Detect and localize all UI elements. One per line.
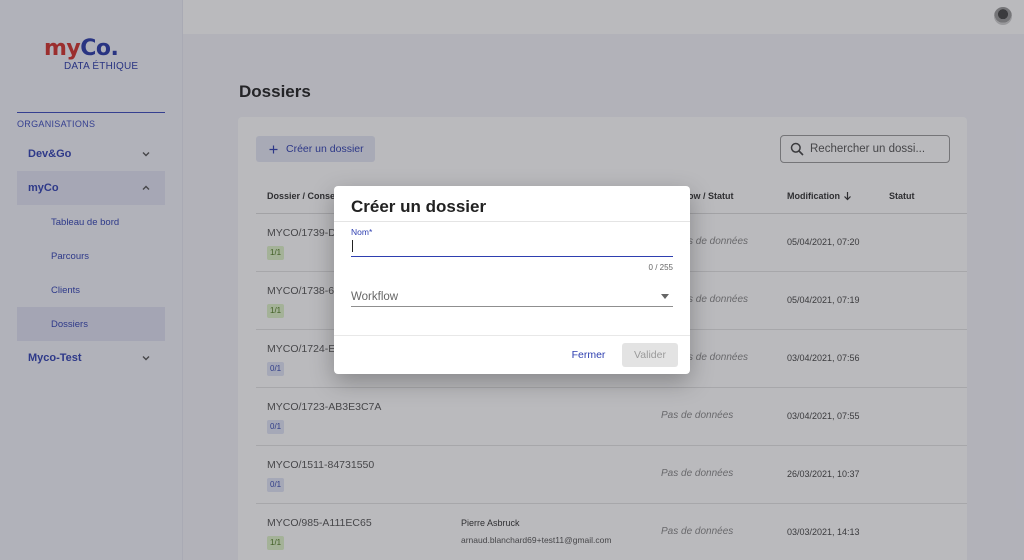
dropdown-arrow-icon [661, 294, 669, 299]
workflow-select[interactable]: Workflow [351, 287, 673, 307]
name-field[interactable] [351, 239, 673, 257]
dialog-title: Créer un dossier [351, 197, 487, 216]
dialog-divider [334, 221, 690, 222]
dialog-footer-divider [334, 335, 690, 336]
close-button[interactable]: Fermer [562, 343, 615, 367]
name-field-label: Nom* [351, 227, 373, 237]
workflow-select-placeholder: Workflow [351, 290, 399, 303]
create-dossier-dialog: Créer un dossier Nom* 0 / 255 Workflow F… [334, 186, 690, 374]
name-char-counter: 0 / 255 [648, 263, 673, 272]
text-caret [352, 240, 353, 252]
validate-button[interactable]: Valider [622, 343, 678, 367]
